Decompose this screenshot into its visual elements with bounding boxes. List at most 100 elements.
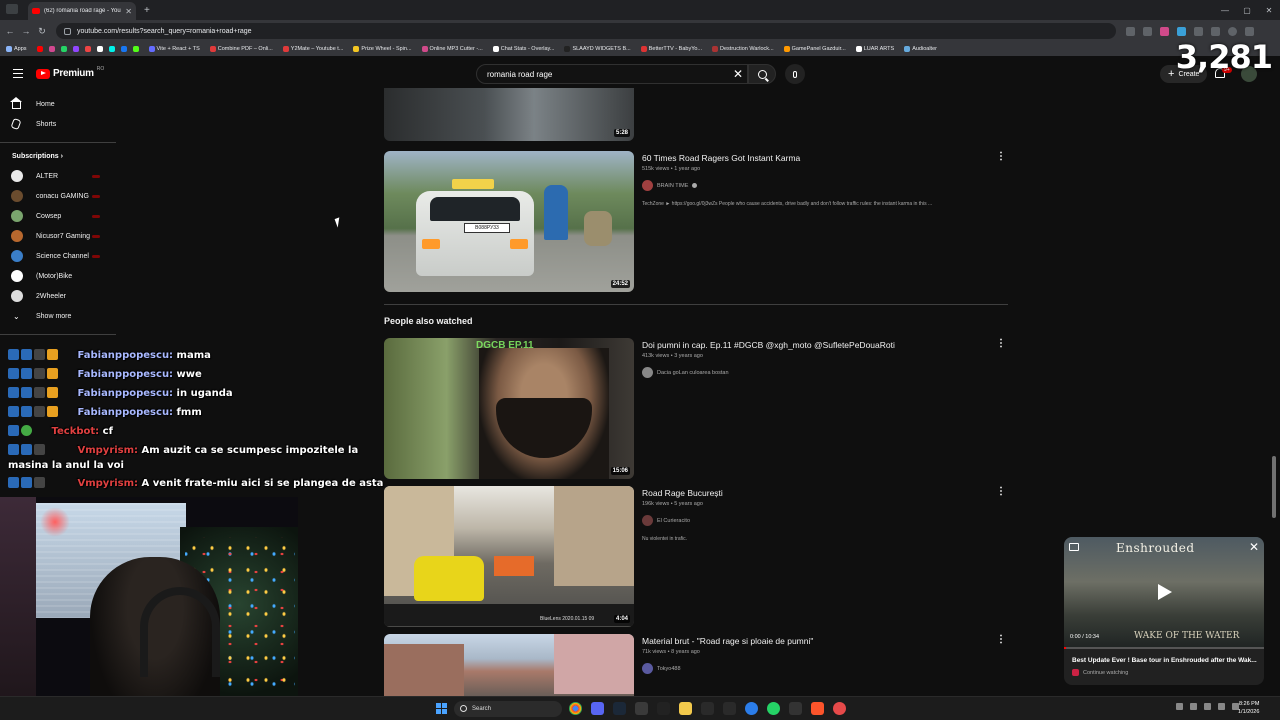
bookmark[interactable]: SLAAYD WIDGETS B... xyxy=(564,46,631,52)
bookmark[interactable]: Vite + React + TS xyxy=(148,46,200,52)
extension-icon[interactable] xyxy=(1177,26,1186,36)
bookmark-icon[interactable] xyxy=(108,46,115,52)
channel-link[interactable]: BRAIN TIME xyxy=(642,180,698,191)
browser-menu-icon[interactable] xyxy=(1245,26,1254,36)
video-title[interactable]: Doi pumni in cap. Ep.11 #DGCB @xgh_moto … xyxy=(642,340,895,350)
video-thumbnail[interactable]: 5:28 xyxy=(384,88,634,141)
bookmark[interactable]: Prize Wheel - Spin... xyxy=(353,46,412,52)
sidebar-item-shorts[interactable]: Shorts xyxy=(0,114,116,134)
bookmark[interactable]: Destruction Warlock... xyxy=(712,46,774,52)
bookmark[interactable]: Apps xyxy=(6,46,27,52)
forward-icon[interactable]: → xyxy=(20,26,32,36)
brave-icon[interactable] xyxy=(811,702,824,715)
close-miniplayer-icon[interactable]: ✕ xyxy=(1249,540,1259,554)
maximize-icon[interactable]: ▢ xyxy=(1236,6,1258,15)
miniplayer-video-title[interactable]: Best Update Ever ! Base tour in Enshroud… xyxy=(1072,657,1258,664)
continue-watching[interactable]: Continue watching xyxy=(1072,669,1128,676)
search-button[interactable] xyxy=(748,64,776,84)
video-title[interactable]: Material brut - "Road rage si ploaie de … xyxy=(642,636,813,646)
bookmark[interactable]: Audioalter xyxy=(904,46,937,52)
bookmark-icon[interactable] xyxy=(72,46,79,52)
sidepanel-icon[interactable] xyxy=(1211,26,1220,36)
app-icon[interactable] xyxy=(701,702,714,715)
video-title[interactable]: 60 Times Road Ragers Got Instant Karma xyxy=(642,153,800,163)
expand-miniplayer-icon[interactable] xyxy=(1069,543,1079,551)
bookmark-icon[interactable] xyxy=(60,46,67,52)
sidebar-item-subscription[interactable]: Cowsep xyxy=(0,206,116,226)
search-input[interactable]: romania road rage xyxy=(476,64,748,84)
sidebar-item-home[interactable]: Home xyxy=(0,94,116,114)
play-icon[interactable] xyxy=(1158,584,1172,600)
profile-avatar[interactable] xyxy=(1228,26,1237,36)
sidebar-show-more[interactable]: ⌄ Show more xyxy=(0,306,116,326)
bookmark[interactable]: Chat Stats - Overlay... xyxy=(492,46,554,52)
app-icon[interactable] xyxy=(635,702,648,715)
more-actions-icon[interactable]: ⋮ xyxy=(996,634,1006,645)
site-info-icon[interactable] xyxy=(64,27,71,35)
install-icon[interactable] xyxy=(1126,26,1135,36)
bookmark[interactable]: GamePanel Gazduir... xyxy=(783,46,846,52)
app-icon[interactable] xyxy=(833,702,846,715)
bookmark[interactable]: Y2Mate – Youtube t... xyxy=(282,46,343,52)
video-title[interactable]: Road Rage București xyxy=(642,488,723,498)
whatsapp-icon[interactable] xyxy=(767,702,780,715)
more-actions-icon[interactable]: ⋮ xyxy=(996,338,1006,349)
bookmark-icon[interactable] xyxy=(36,46,43,52)
bookmark-icon[interactable] xyxy=(84,46,91,52)
bookmark-icon[interactable] xyxy=(120,46,127,52)
windows-start-icon[interactable] xyxy=(436,703,447,714)
bookmark-icon[interactable] xyxy=(48,46,55,52)
battery-icon[interactable] xyxy=(1218,703,1225,710)
more-actions-icon[interactable]: ⋮ xyxy=(996,486,1006,497)
bookmark[interactable]: Online MP3 Cutter -... xyxy=(421,46,483,52)
channel-link[interactable]: Dacia goLan culoarea bostan xyxy=(642,367,729,378)
obs-icon[interactable] xyxy=(789,702,802,715)
menu-icon[interactable] xyxy=(13,69,23,78)
video-thumbnail[interactable]: В088РУ33 24:52 xyxy=(384,151,634,292)
miniplayer[interactable]: Enshrouded WAKE OF THE WATER ✕ 0:00 / 10… xyxy=(1064,537,1264,685)
video-thumbnail[interactable] xyxy=(384,634,634,696)
epic-games-icon[interactable] xyxy=(657,702,670,715)
back-icon[interactable]: ← xyxy=(4,26,16,36)
network-icon[interactable] xyxy=(1190,703,1197,710)
tray-chevron-icon[interactable] xyxy=(1176,703,1183,710)
youtube-premium-logo[interactable]: Premium RO xyxy=(36,66,104,79)
sidebar-item-subscription[interactable]: conacu GAMING xyxy=(0,186,116,206)
taskbar-clock[interactable]: 8:26 PM 1/1/2026 xyxy=(1238,700,1259,716)
minimize-icon[interactable]: — xyxy=(1214,6,1236,15)
bookmark-icon[interactable] xyxy=(96,46,103,52)
chrome-icon[interactable] xyxy=(569,702,582,715)
sidebar-item-subscription[interactable]: Nicusor7 Gaming xyxy=(0,226,116,246)
sidebar-item-subscription[interactable]: Science Channel xyxy=(0,246,116,266)
app-icon[interactable] xyxy=(745,702,758,715)
reload-icon[interactable]: ↻ xyxy=(36,26,48,37)
puzzle-icon[interactable] xyxy=(1194,26,1203,36)
more-actions-icon[interactable]: ⋮ xyxy=(996,151,1006,162)
address-bar[interactable]: youtube.com/results?search_query=romania… xyxy=(56,23,1116,39)
video-thumbnail[interactable]: BlueLens 2020.01.15 09 4:04 xyxy=(384,486,634,627)
sidebar-item-subscription[interactable]: 2Wheeler xyxy=(0,286,116,306)
bookmark-icon[interactable] xyxy=(132,46,139,52)
steam-icon[interactable] xyxy=(613,702,626,715)
window-close-icon[interactable]: ✕ xyxy=(1258,6,1280,15)
browser-tab[interactable]: (62) romania road rage - YouTube ✕ xyxy=(28,2,136,20)
bookmark[interactable]: BetterTTV - BabyYo... xyxy=(640,46,702,52)
subscriptions-heading[interactable]: Subscriptions › xyxy=(12,153,63,160)
extension-icon[interactable] xyxy=(1160,26,1169,36)
tab-search-icon[interactable] xyxy=(6,4,18,14)
bookmark[interactable]: Combine PDF – Onli... xyxy=(209,46,273,52)
bookmark-star-icon[interactable] xyxy=(1143,26,1152,36)
channel-link[interactable]: Tokyo488 xyxy=(642,663,681,674)
sidebar-item-subscription[interactable]: (Motor)Bike xyxy=(0,266,116,286)
voice-search-button[interactable] xyxy=(785,64,805,84)
miniplayer-progress-bar[interactable] xyxy=(1064,647,1264,649)
discord-icon[interactable] xyxy=(591,702,604,715)
bookmark[interactable]: LUAR ARTS xyxy=(855,46,894,52)
file-explorer-icon[interactable] xyxy=(679,702,692,715)
app-icon[interactable] xyxy=(723,702,736,715)
volume-icon[interactable] xyxy=(1204,703,1211,710)
channel-link[interactable]: El Curieracito xyxy=(642,515,690,526)
page-scrollbar[interactable] xyxy=(1272,456,1276,518)
clear-search-icon[interactable]: ✕ xyxy=(733,67,743,81)
video-thumbnail[interactable]: DGCB EP.11 15:06 xyxy=(384,338,634,479)
